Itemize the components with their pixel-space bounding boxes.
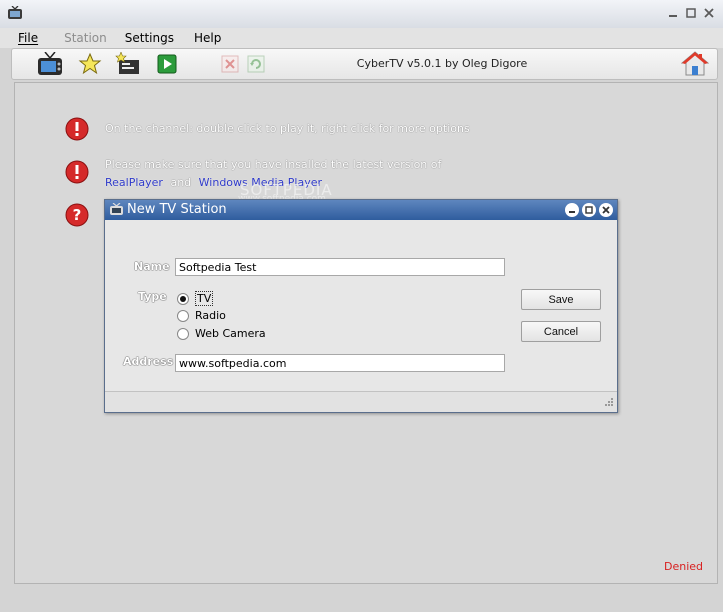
radio-radio-label: Radio <box>195 309 226 322</box>
menu-settings[interactable]: Settings <box>125 31 174 45</box>
app-title: CyberTV v5.0.1 by Oleg Digore <box>356 57 528 70</box>
status-text: Denied <box>663 560 703 573</box>
tv-icon <box>38 52 62 75</box>
maximize-icon[interactable] <box>685 7 697 19</box>
cancel-button[interactable]: Cancel <box>521 321 601 342</box>
svg-text:?: ? <box>73 206 82 224</box>
dialog-close-icon[interactable] <box>599 203 613 217</box>
new-station-button[interactable] <box>115 52 141 76</box>
refresh-icon <box>247 55 265 73</box>
resize-grip-icon[interactable] <box>603 395 613 409</box>
window-titlebar <box>0 0 723 29</box>
radio-webcam[interactable]: Web Camera <box>177 327 266 340</box>
play-icon <box>157 54 177 74</box>
refresh-button[interactable] <box>243 52 269 76</box>
save-button[interactable]: Save <box>521 289 601 310</box>
dialog-minimize-icon[interactable] <box>565 203 579 217</box>
home-icon <box>680 51 710 76</box>
radio-tv-indicator[interactable] <box>177 292 189 305</box>
new-station-icon <box>115 52 139 74</box>
radio-webcam-indicator[interactable] <box>177 327 189 340</box>
realplayer-link[interactable]: RealPlayer <box>105 176 163 189</box>
menu-station[interactable]: Station <box>64 31 107 45</box>
toolbar: CyberTV v5.0.1 by Oleg Digore <box>11 48 718 80</box>
install-hint-text: Please make sure that you have insalled … <box>105 158 442 171</box>
menubar: File Station Settings Help <box>0 28 723 48</box>
radio-radio[interactable]: Radio <box>177 309 226 322</box>
type-label: Type <box>138 290 167 303</box>
tv-icon <box>7 5 23 23</box>
radio-webcam-label: Web Camera <box>195 327 266 340</box>
address-label: Address <box>123 355 174 368</box>
error-icon <box>65 117 89 141</box>
menu-help[interactable]: Help <box>194 31 221 45</box>
menu-file[interactable]: File <box>18 31 38 45</box>
dialog-statusbar <box>105 391 617 412</box>
play-button[interactable] <box>154 52 180 76</box>
star-icon <box>78 52 102 75</box>
channel-hint-text: On the channel: double click to play it,… <box>105 122 470 135</box>
radio-radio-indicator[interactable] <box>177 309 189 322</box>
dialog-maximize-icon[interactable] <box>582 203 596 217</box>
delete-icon <box>221 55 239 73</box>
error-icon <box>65 160 89 184</box>
name-input[interactable] <box>175 258 505 276</box>
tv-icon <box>109 202 124 219</box>
name-label: Name <box>134 260 170 273</box>
minimize-icon[interactable] <box>667 7 679 19</box>
radio-tv[interactable]: TV <box>177 291 214 306</box>
delete-button[interactable] <box>217 52 243 76</box>
radio-tv-label: TV <box>195 291 214 306</box>
and-text: and <box>170 176 192 189</box>
info-message-channel: On the channel: double click to play it,… <box>65 117 470 141</box>
favorites-button[interactable] <box>77 52 103 76</box>
dialog-titlebar[interactable]: New TV Station <box>105 200 617 220</box>
dialog-title: New TV Station <box>127 202 227 217</box>
address-input[interactable] <box>175 354 505 372</box>
info-message-help: ? <box>65 203 89 227</box>
new-station-dialog: New TV Station Name Type TV Radio Web Ca… <box>104 199 618 413</box>
close-icon[interactable] <box>703 7 715 19</box>
watch-tv-button[interactable] <box>37 52 63 76</box>
home-button[interactable] <box>680 51 710 80</box>
question-icon: ? <box>65 203 89 227</box>
